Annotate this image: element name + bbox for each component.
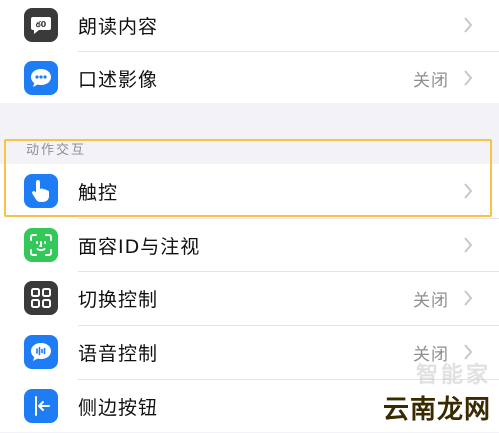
chevron-right-icon bbox=[464, 398, 473, 414]
chevron-right-icon bbox=[464, 344, 473, 360]
row-value: 关闭 bbox=[413, 344, 449, 365]
highlight-box bbox=[4, 139, 492, 217]
row-label: 朗读内容 bbox=[78, 15, 159, 38]
row-voice-control[interactable]: 语音控制 关闭 bbox=[0, 325, 499, 379]
voice-control-icon bbox=[24, 335, 58, 369]
side-button-icon bbox=[24, 389, 58, 423]
chevron-right-icon bbox=[464, 237, 473, 253]
row-label: 口述影像 bbox=[78, 68, 159, 91]
grid-icon bbox=[24, 281, 58, 315]
speech-bubble-icon: ఠ0 bbox=[24, 8, 58, 42]
row-side-button[interactable]: 侧边按钮 bbox=[0, 379, 499, 433]
row-face-id-attention[interactable]: 面容ID与注视 bbox=[0, 218, 499, 272]
row-value: 关闭 bbox=[413, 70, 449, 91]
row-value: 关闭 bbox=[413, 290, 449, 311]
svg-text:ఠ0: ఠ0 bbox=[36, 20, 47, 29]
row-switch-control[interactable]: 切换控制 关闭 bbox=[0, 271, 499, 325]
face-id-icon bbox=[24, 228, 58, 262]
chat-bubble-icon bbox=[24, 61, 58, 95]
row-label: 语音控制 bbox=[78, 342, 159, 365]
row-audio-descriptions[interactable]: 口述影像 关闭 bbox=[0, 51, 499, 105]
row-spoken-content[interactable]: ఠ0 朗读内容 bbox=[0, 0, 499, 52]
row-label: 侧边按钮 bbox=[78, 396, 159, 419]
chevron-right-icon bbox=[464, 17, 473, 33]
chevron-right-icon bbox=[464, 70, 473, 86]
row-label: 面容ID与注视 bbox=[78, 235, 201, 258]
chevron-right-icon bbox=[464, 290, 473, 306]
row-label: 切换控制 bbox=[78, 288, 159, 311]
